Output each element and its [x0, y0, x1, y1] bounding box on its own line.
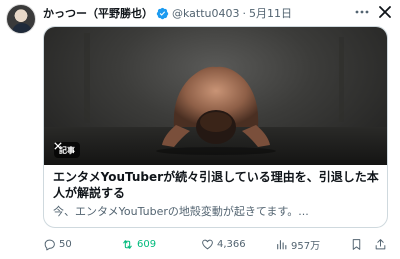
- article-description: 今、エンタメYouTuberの地殻変動が起きてます。...: [53, 205, 309, 218]
- repost-count: 609: [137, 238, 157, 250]
- like-button[interactable]: 4,366: [201, 236, 246, 252]
- share-icon: [375, 238, 386, 249]
- author-avatar[interactable]: [6, 4, 36, 34]
- views-icon: [277, 239, 287, 249]
- tweet-date[interactable]: 5月11日: [249, 5, 292, 21]
- tweet-actions: 50 609 4,366 957万: [43, 236, 388, 252]
- tweet-header: かっつー（平野勝也） @kattu0403 · 5月11日: [43, 4, 292, 22]
- more-icon[interactable]: [354, 6, 370, 18]
- repost-icon: [123, 239, 132, 249]
- bookmark-button[interactable]: [350, 236, 363, 252]
- reply-count: 50: [59, 238, 72, 250]
- author-display-name[interactable]: かっつー（平野勝也）: [43, 5, 153, 21]
- reply-icon: [44, 239, 55, 250]
- share-button[interactable]: [374, 236, 387, 252]
- verified-badge-icon: [156, 7, 169, 19]
- views-count: 957万: [291, 240, 321, 252]
- close-icon[interactable]: [378, 5, 392, 19]
- bookmark-icon: [352, 238, 361, 250]
- views-button[interactable]: 957万: [275, 236, 320, 252]
- x-logo-icon: [54, 142, 62, 150]
- author-handle[interactable]: @kattu0403: [172, 7, 240, 20]
- article-title[interactable]: エンタメYouTuberが続々引退している理由を、引退した本人が解説する: [53, 169, 381, 201]
- like-icon: [202, 239, 213, 249]
- thumbnail-figure: [44, 33, 387, 165]
- source-badge: 記事: [54, 142, 80, 158]
- separator-dot: ·: [242, 6, 247, 20]
- like-count: 4,366: [217, 238, 246, 250]
- reply-button[interactable]: 50: [43, 236, 72, 252]
- repost-button[interactable]: 609: [121, 236, 156, 252]
- article-thumbnail: 記事: [44, 27, 387, 165]
- article-card[interactable]: 記事 エンタメYouTuberが続々引退している理由を、引退した本人が解説する …: [43, 26, 388, 228]
